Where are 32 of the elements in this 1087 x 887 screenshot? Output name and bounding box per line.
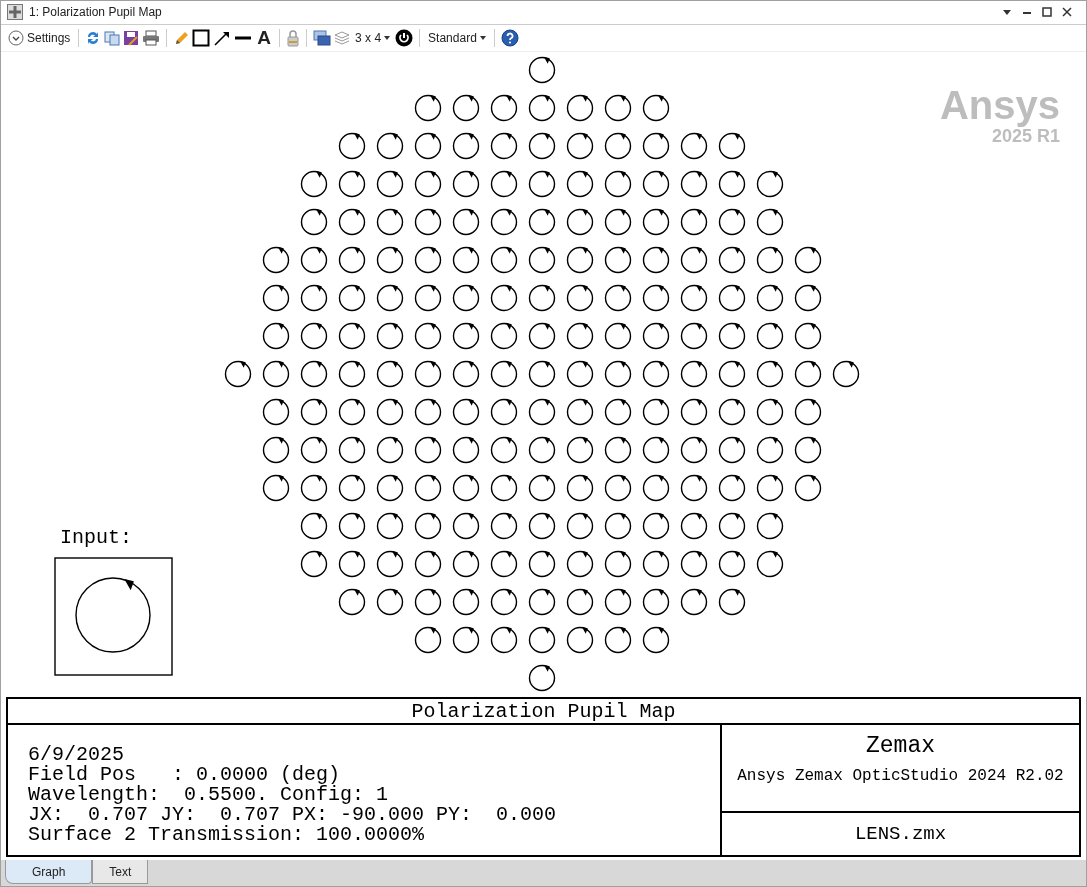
input-label: Input: <box>60 525 132 549</box>
pencil-icon[interactable] <box>173 29 190 46</box>
style-dropdown[interactable]: Standard <box>426 30 488 45</box>
chevron-down-icon <box>8 29 24 46</box>
product-name: Ansys Zemax OpticStudio 2024 R2.02 <box>737 765 1064 787</box>
copy-icon[interactable] <box>104 29 121 46</box>
file-name: LENS.zmx <box>854 822 947 845</box>
info-text: Field Pos : 0.0000 (deg) <box>28 764 341 785</box>
windows-icon[interactable] <box>313 29 332 46</box>
maximize-icon[interactable] <box>1042 7 1052 18</box>
caret-icon <box>384 34 391 41</box>
rectangle-icon[interactable] <box>192 28 211 47</box>
company-name: Zemax <box>866 731 935 761</box>
watermark-text: Ansys <box>939 82 1060 127</box>
plot-title: Polarization Pupil Map <box>8 698 1079 725</box>
text-tool-button[interactable]: A <box>255 27 274 48</box>
info-text: Wavelength: 0.5500. Config: 1 <box>28 784 390 805</box>
save-icon[interactable] <box>123 29 140 46</box>
caret-icon <box>479 34 486 41</box>
help-icon[interactable] <box>500 28 519 47</box>
layout-dropdown[interactable]: 3 x 4 <box>353 30 393 45</box>
close-icon[interactable] <box>1062 7 1072 18</box>
print-icon[interactable] <box>142 29 161 46</box>
window-title: 1: Polarization Pupil Map <box>29 5 163 20</box>
tab[interactable]: Text <box>92 860 149 885</box>
settings-button[interactable]: Settings <box>6 29 73 46</box>
power-icon[interactable] <box>395 28 414 47</box>
window-icon <box>7 4 23 21</box>
tab[interactable]: Graph <box>5 860 93 885</box>
info-text: Surface 2 Transmission: 100.0000% <box>28 824 426 845</box>
info-text: 6/9/2025 <box>28 744 125 765</box>
info-text: JX: 0.707 JY: 0.707 PX: -90.000 PY: 0.000 <box>28 804 558 825</box>
